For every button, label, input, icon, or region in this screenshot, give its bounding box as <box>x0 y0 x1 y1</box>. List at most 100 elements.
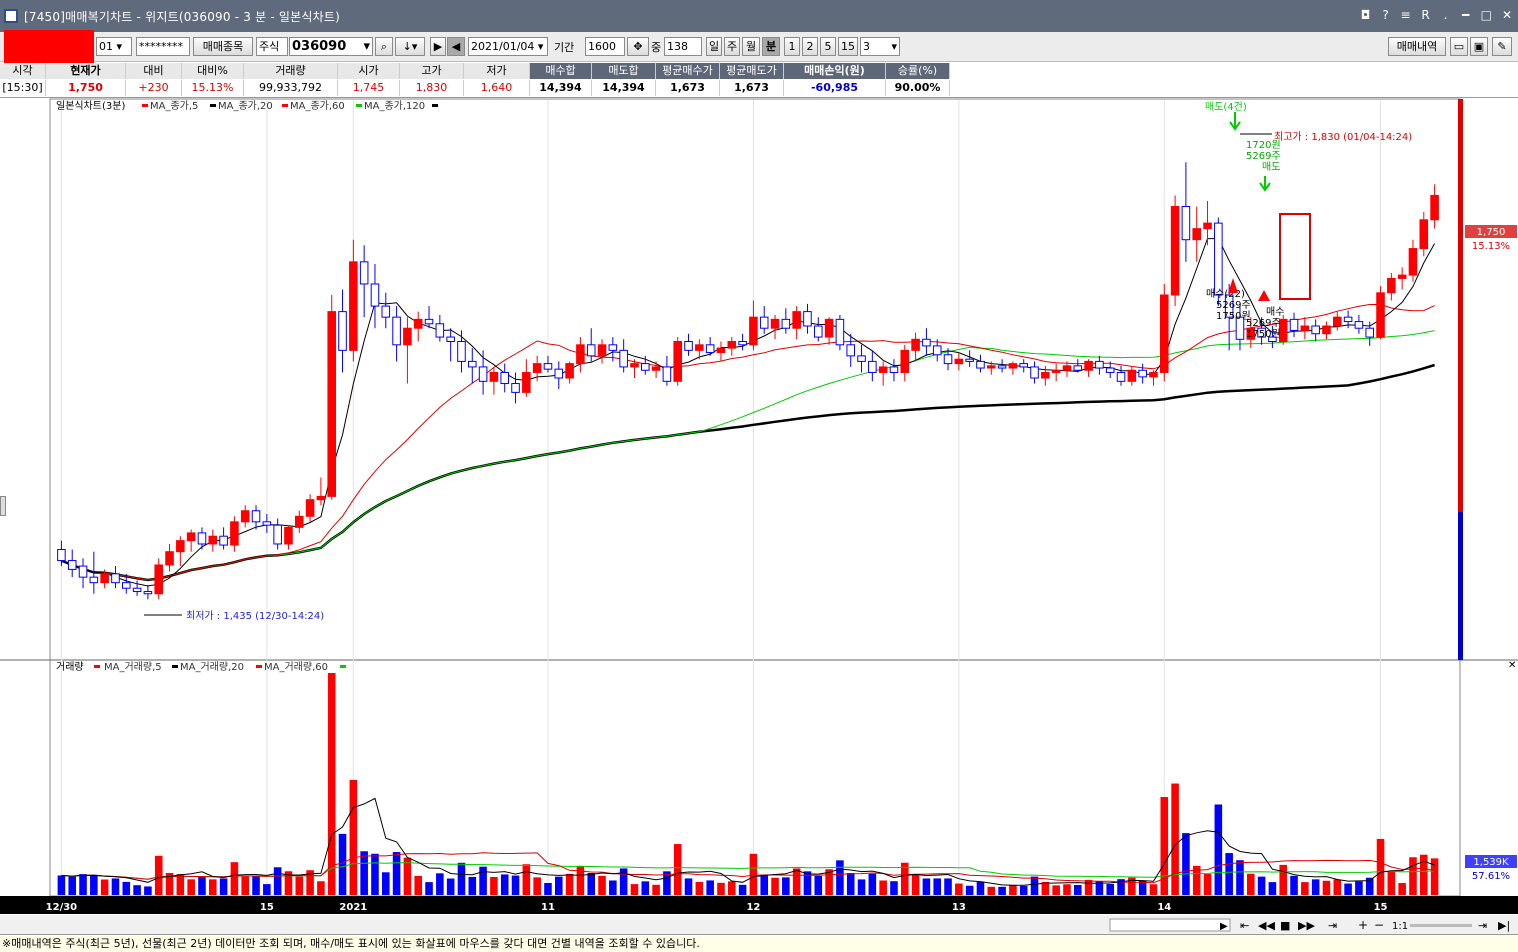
chart-area[interactable]: 일본식차트(3분) MA_종가,5 MA_종가,20 MA_종가,60 MA_종… <box>0 98 1518 934</box>
candle-body[interactable] <box>154 564 164 595</box>
volume-bar[interactable] <box>100 879 109 895</box>
candle-body[interactable] <box>1159 294 1169 373</box>
volume-bar[interactable] <box>381 872 390 895</box>
candle-body[interactable] <box>1365 327 1375 338</box>
volume-bar[interactable] <box>457 862 466 895</box>
stop-icon[interactable]: ■ <box>1280 919 1290 932</box>
candle-body[interactable] <box>478 366 488 382</box>
candle-body[interactable] <box>1138 369 1147 378</box>
volume-bar[interactable] <box>641 881 650 895</box>
volume-bar[interactable] <box>1160 797 1169 895</box>
volume-bar[interactable] <box>814 875 823 895</box>
volume-bar[interactable] <box>771 877 779 895</box>
candle-body[interactable] <box>1419 219 1429 250</box>
volume-bar[interactable] <box>295 876 304 895</box>
volume-bar[interactable] <box>338 833 347 895</box>
volume-bar[interactable] <box>522 864 531 895</box>
candle-body[interactable] <box>597 344 607 357</box>
wrench-icon[interactable]: ✎ <box>1492 37 1512 56</box>
candle-body[interactable] <box>954 358 964 365</box>
candle-body[interactable] <box>543 363 553 370</box>
maximize-button[interactable]: □ <box>1481 8 1492 22</box>
candle-body[interactable] <box>1095 360 1104 369</box>
volume-bar[interactable] <box>1203 874 1212 895</box>
volume-bar[interactable] <box>565 873 574 895</box>
scroll-right-icon[interactable]: ▶ <box>1220 921 1228 932</box>
volume-bar[interactable] <box>533 877 541 895</box>
price-panel[interactable] <box>49 98 1461 661</box>
candle-body[interactable] <box>57 548 66 562</box>
volume-bar[interactable] <box>1084 879 1093 895</box>
candle-body[interactable] <box>349 261 358 351</box>
volume-bar[interactable] <box>598 875 606 895</box>
volume-bar[interactable] <box>468 876 477 895</box>
volume-bar[interactable] <box>1063 884 1071 895</box>
candle-body[interactable] <box>338 311 347 351</box>
candle-body[interactable] <box>294 515 304 528</box>
candle-body[interactable] <box>273 524 282 545</box>
candle-body[interactable] <box>770 318 780 329</box>
volume-bar[interactable] <box>576 865 585 895</box>
volume-bar[interactable] <box>273 867 282 895</box>
candle-body[interactable] <box>219 535 228 546</box>
candle-body[interactable] <box>803 311 812 327</box>
period-day-button[interactable]: 일 <box>706 37 722 56</box>
volume-bar[interactable] <box>263 884 271 895</box>
candle-body[interactable] <box>457 340 466 362</box>
volume-bar[interactable] <box>1236 860 1244 895</box>
candle-body[interactable] <box>1149 371 1158 378</box>
volume-bar[interactable] <box>1052 885 1060 895</box>
volume-bar[interactable] <box>1333 879 1342 895</box>
candle-body[interactable] <box>1397 274 1407 279</box>
candle-body[interactable] <box>932 345 942 356</box>
candle-body[interactable] <box>889 366 899 373</box>
candle-body[interactable] <box>435 323 445 338</box>
candle-body[interactable] <box>695 344 704 351</box>
candle-body[interactable] <box>121 582 131 589</box>
dot-icon[interactable]: . <box>1441 8 1451 22</box>
volume-bar[interactable] <box>717 882 725 895</box>
candle-body[interactable] <box>824 318 834 338</box>
candle-body[interactable] <box>640 363 650 371</box>
volume-bar[interactable] <box>436 873 444 895</box>
candle-body[interactable] <box>381 305 391 318</box>
candle-body[interactable] <box>165 551 174 566</box>
candle-body[interactable] <box>1332 316 1342 327</box>
candle-body[interactable] <box>651 366 661 371</box>
volume-bar[interactable] <box>176 874 185 895</box>
volume-bar[interactable] <box>922 878 931 895</box>
candle-body[interactable] <box>240 510 250 523</box>
candle-body[interactable] <box>1387 277 1396 294</box>
candle-body[interactable] <box>965 358 974 362</box>
volume-bar[interactable] <box>219 878 228 895</box>
volume-bar[interactable] <box>327 673 336 895</box>
candle-body[interactable] <box>1051 369 1061 373</box>
volume-bar[interactable] <box>68 876 77 895</box>
volume-bar[interactable] <box>111 878 120 895</box>
candle-body[interactable] <box>857 355 866 362</box>
account-select[interactable]: 01 ▾ <box>96 37 132 56</box>
volume-bar[interactable] <box>511 875 520 895</box>
candle-body[interactable] <box>89 576 99 584</box>
volume-bar[interactable] <box>500 874 509 895</box>
volume-bar[interactable] <box>652 884 660 895</box>
volume-bar[interactable] <box>1344 883 1352 895</box>
volume-bar[interactable] <box>1387 872 1396 895</box>
interval-15-button[interactable]: 15 <box>838 37 858 56</box>
volume-bar[interactable] <box>122 881 131 895</box>
candle-body[interactable] <box>111 573 120 584</box>
volume-bar[interactable] <box>727 881 736 895</box>
candle-body[interactable] <box>630 363 639 368</box>
candle-body[interactable] <box>500 371 510 385</box>
volume-bar[interactable] <box>987 886 996 895</box>
candle-body[interactable] <box>413 318 423 329</box>
volume-bar[interactable] <box>933 878 942 895</box>
volume-bar[interactable] <box>609 880 617 895</box>
candle-body[interactable] <box>868 360 877 373</box>
candle-body[interactable] <box>586 344 596 357</box>
volume-bar[interactable] <box>1279 864 1288 895</box>
volume-bar[interactable] <box>955 883 963 895</box>
candle-body[interactable] <box>467 360 477 368</box>
chevron-down-icon[interactable]: ▾ <box>363 38 370 55</box>
password-field[interactable]: ******** <box>136 37 190 56</box>
